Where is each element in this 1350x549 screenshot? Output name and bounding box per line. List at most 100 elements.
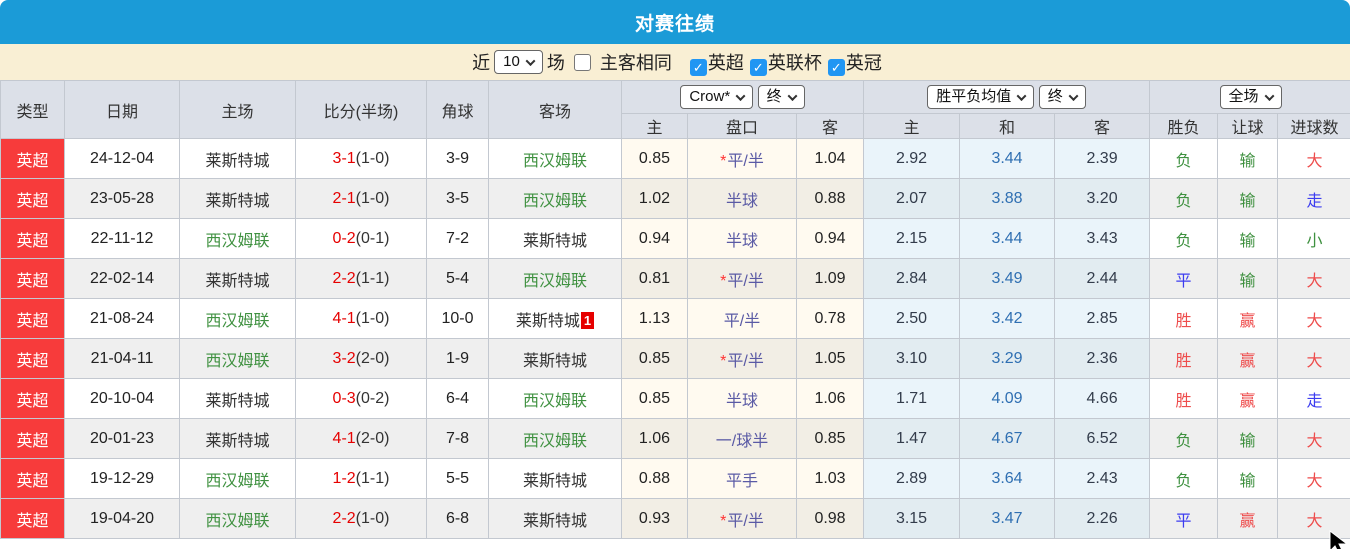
avg-away-cell: 6.52	[1055, 419, 1150, 459]
home-odds-cell: 0.93	[622, 499, 688, 539]
avg-away-cell: 3.43	[1055, 219, 1150, 259]
away-odds-cell: 0.78	[797, 299, 864, 339]
away-team-cell: 西汉姆联	[489, 419, 622, 459]
scope-group-header: 全场	[1150, 81, 1350, 114]
recent-label: 近	[472, 49, 490, 75]
score-cell: 0-3(0-2)	[296, 379, 427, 419]
avg-away-cell: 2.43	[1055, 459, 1150, 499]
goals-cell: 大	[1278, 459, 1350, 499]
avg-time-select[interactable]: 终	[1039, 85, 1086, 109]
date-cell: 22-11-12	[65, 219, 180, 259]
corners-cell: 5-5	[427, 459, 489, 499]
away-odds-cell: 1.04	[797, 139, 864, 179]
corners-cell: 7-8	[427, 419, 489, 459]
history-table: 类型 日期 主场 比分(半场) 角球 客场 Crow* 终	[0, 80, 1350, 539]
recent-count-select[interactable]: 10	[494, 50, 543, 74]
col-header-date: 日期	[65, 81, 180, 139]
league-filters: ✓英超✓英联杯✓英冠	[684, 49, 882, 76]
league-cell: 英超	[1, 219, 65, 259]
home-team-cell: 莱斯特城	[180, 259, 296, 299]
result-cell: 负	[1150, 219, 1218, 259]
home-team-cell: 莱斯特城	[180, 139, 296, 179]
result-cell: 平	[1150, 259, 1218, 299]
sub-header-result: 胜负	[1150, 114, 1218, 139]
avg-draw-cell: 3.49	[960, 259, 1055, 299]
corners-cell: 6-8	[427, 499, 489, 539]
table-row: 英超24-12-04莱斯特城3-1(1-0)3-9西汉姆联0.85*平/半1.0…	[1, 139, 1350, 179]
league-checkbox-3[interactable]: ✓	[828, 59, 845, 76]
league-cell: 英超	[1, 179, 65, 219]
table-row: 英超22-02-14莱斯特城2-2(1-1)5-4西汉姆联0.81*平/半1.0…	[1, 259, 1350, 299]
odds-company-select[interactable]: Crow*	[680, 85, 753, 109]
avg-away-cell: 3.20	[1055, 179, 1150, 219]
handicap-cell: 一/球半	[688, 419, 797, 459]
away-odds-cell: 0.88	[797, 179, 864, 219]
odds-time-value: 终	[767, 88, 782, 106]
same-venue-label: 主客相同	[600, 49, 672, 75]
handicap-cell: 半球	[688, 379, 797, 419]
scope-value: 全场	[1229, 88, 1259, 106]
league-checkbox-1[interactable]: ✓	[690, 59, 707, 76]
history-table-body: 英超24-12-04莱斯特城3-1(1-0)3-9西汉姆联0.85*平/半1.0…	[1, 139, 1350, 539]
chevron-down-icon	[1068, 91, 1078, 101]
away-odds-cell: 0.94	[797, 219, 864, 259]
corners-cell: 5-4	[427, 259, 489, 299]
result-cell: 负	[1150, 139, 1218, 179]
away-odds-cell: 1.09	[797, 259, 864, 299]
home-odds-cell: 0.94	[622, 219, 688, 259]
avg-home-cell: 1.47	[864, 419, 960, 459]
away-team-cell: 西汉姆联	[489, 379, 622, 419]
odds-time-select[interactable]: 终	[758, 85, 805, 109]
corners-cell: 10-0	[427, 299, 489, 339]
date-cell: 19-12-29	[65, 459, 180, 499]
home-team-cell: 西汉姆联	[180, 339, 296, 379]
date-cell: 19-04-20	[65, 499, 180, 539]
result-cell: 平	[1150, 499, 1218, 539]
result-cell: 负	[1150, 179, 1218, 219]
same-venue-checkbox[interactable]	[574, 54, 591, 71]
goals-cell: 大	[1278, 139, 1350, 179]
handicap-cell: *平/半	[688, 339, 797, 379]
away-odds-cell: 1.06	[797, 379, 864, 419]
sub-header-avg-away: 客	[1055, 114, 1150, 139]
league-cell: 英超	[1, 459, 65, 499]
handicap-cell: *平/半	[688, 139, 797, 179]
goals-cell: 走	[1278, 179, 1350, 219]
odds-company-value: Crow*	[689, 88, 730, 106]
away-team-cell: 莱斯特城	[489, 499, 622, 539]
rank-badge: 1	[581, 312, 594, 329]
away-team-cell: 西汉姆联	[489, 179, 622, 219]
result-cell: 负	[1150, 459, 1218, 499]
avg-home-cell: 2.07	[864, 179, 960, 219]
score-cell: 4-1(2-0)	[296, 419, 427, 459]
home-team-cell: 西汉姆联	[180, 299, 296, 339]
chevron-down-icon	[525, 56, 535, 66]
avg-draw-cell: 3.42	[960, 299, 1055, 339]
date-cell: 22-02-14	[65, 259, 180, 299]
corners-cell: 3-9	[427, 139, 489, 179]
league-checkbox-2[interactable]: ✓	[750, 59, 767, 76]
league-cell: 英超	[1, 379, 65, 419]
col-header-type: 类型	[1, 81, 65, 139]
corners-cell: 1-9	[427, 339, 489, 379]
date-cell: 23-05-28	[65, 179, 180, 219]
table-row: 英超19-04-20西汉姆联2-2(1-0)6-8莱斯特城0.93*平/半0.9…	[1, 499, 1350, 539]
scope-select[interactable]: 全场	[1220, 85, 1282, 109]
sub-header-odds-home: 主	[622, 114, 688, 139]
score-cell: 2-2(1-0)	[296, 499, 427, 539]
score-cell: 3-2(2-0)	[296, 339, 427, 379]
sub-header-odds-away: 客	[797, 114, 864, 139]
avg-home-cell: 2.89	[864, 459, 960, 499]
avg-home-cell: 3.10	[864, 339, 960, 379]
home-team-cell: 西汉姆联	[180, 219, 296, 259]
handicap-cell: *平/半	[688, 499, 797, 539]
avg-draw-cell: 3.29	[960, 339, 1055, 379]
table-row: 英超22-11-12西汉姆联0-2(0-1)7-2莱斯特城0.94半球0.942…	[1, 219, 1350, 259]
corners-cell: 3-5	[427, 179, 489, 219]
league-label-1: 英超	[708, 53, 744, 73]
avg-home-cell: 2.50	[864, 299, 960, 339]
chevron-down-icon	[1017, 91, 1027, 101]
sub-header-avg-home: 主	[864, 114, 960, 139]
avg-type-select[interactable]: 胜平负均值	[927, 85, 1034, 109]
handicap-star: *	[720, 273, 726, 290]
